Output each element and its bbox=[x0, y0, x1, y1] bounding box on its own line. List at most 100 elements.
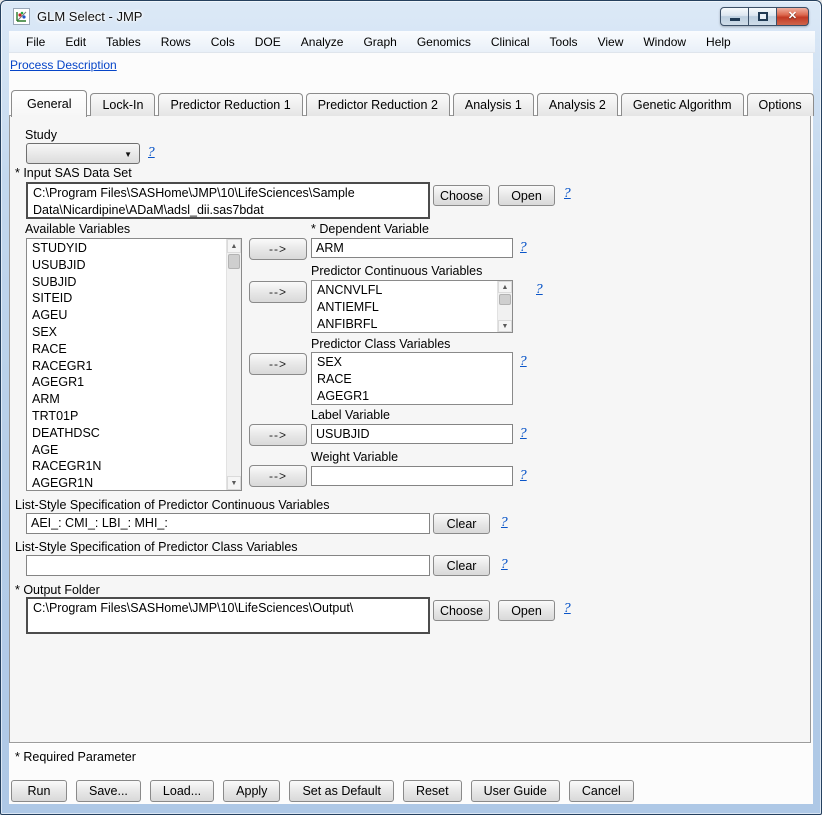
menu-item[interactable]: File bbox=[16, 32, 55, 52]
available-variables-scrollbar[interactable]: ▲ ▼ bbox=[226, 239, 241, 490]
maximize-button[interactable] bbox=[748, 7, 777, 26]
dependent-variable-field[interactable]: ARM bbox=[311, 238, 513, 258]
variable-item[interactable]: ANCNVLFL bbox=[313, 282, 496, 299]
menu-item[interactable]: View bbox=[588, 32, 634, 52]
study-help-link[interactable]: ? bbox=[148, 144, 155, 159]
scroll-up-icon[interactable]: ▲ bbox=[498, 281, 512, 293]
weight-variable-field[interactable] bbox=[311, 466, 513, 486]
list-style-class-clear-button[interactable]: Clear bbox=[433, 555, 490, 576]
variable-item[interactable]: AGEGR1 bbox=[313, 388, 511, 403]
close-button[interactable]: ✕ bbox=[776, 7, 809, 26]
move-weight-button[interactable]: --> bbox=[249, 465, 307, 487]
save-button[interactable]: Save... bbox=[76, 780, 141, 802]
list-style-class-help-link[interactable]: ? bbox=[501, 556, 508, 571]
variable-item[interactable]: ANFIBRFL bbox=[313, 316, 496, 331]
menu-item[interactable]: Rows bbox=[151, 32, 201, 52]
available-variables-list[interactable]: STUDYIDUSUBJIDSUBJIDSITEIDAGEUSEXRACERAC… bbox=[26, 238, 242, 491]
output-folder-help-link[interactable]: ? bbox=[564, 600, 571, 615]
user-guide-button[interactable]: User Guide bbox=[471, 780, 560, 802]
list-style-class-field[interactable] bbox=[26, 555, 430, 576]
variable-item[interactable]: TRT01P bbox=[28, 408, 225, 425]
list-style-continuous-field[interactable]: AEI_: CMI_: LBI_: MHI_: bbox=[26, 513, 430, 534]
move-continuous-button[interactable]: --> bbox=[249, 281, 307, 303]
menu-item[interactable]: Analyze bbox=[291, 32, 354, 52]
load-button[interactable]: Load... bbox=[150, 780, 214, 802]
menu-item[interactable]: Edit bbox=[55, 32, 96, 52]
study-dropdown[interactable]: ▼ bbox=[26, 143, 140, 164]
tab-analysis-2[interactable]: Analysis 2 bbox=[537, 93, 618, 116]
tab-genetic-algorithm[interactable]: Genetic Algorithm bbox=[621, 93, 744, 116]
move-label-button[interactable]: --> bbox=[249, 424, 307, 446]
variable-item[interactable]: SITEID bbox=[28, 290, 225, 307]
list-style-continuous-help-link[interactable]: ? bbox=[501, 514, 508, 529]
variable-item[interactable]: AGE bbox=[28, 442, 225, 459]
input-dataset-help-link[interactable]: ? bbox=[564, 185, 571, 200]
tab-lock-in[interactable]: Lock-In bbox=[90, 93, 155, 116]
menu-item[interactable]: Tables bbox=[96, 32, 151, 52]
menu-item[interactable]: Graph bbox=[353, 32, 406, 52]
set-as-default-button[interactable]: Set as Default bbox=[289, 780, 394, 802]
move-class-button[interactable]: --> bbox=[249, 353, 307, 375]
tab-predictor-reduction-2[interactable]: Predictor Reduction 2 bbox=[306, 93, 450, 116]
scrollbar-thumb[interactable] bbox=[228, 254, 240, 269]
menu-item[interactable]: Window bbox=[633, 32, 696, 52]
class-variables-list[interactable]: SEXRACEAGEGR1 bbox=[311, 352, 513, 405]
variable-item[interactable]: SEX bbox=[28, 324, 225, 341]
tab-predictor-reduction-1[interactable]: Predictor Reduction 1 bbox=[158, 93, 302, 116]
continuous-variables-scrollbar[interactable]: ▲ ▼ bbox=[497, 281, 512, 332]
continuous-variables-help-link[interactable]: ? bbox=[536, 281, 543, 296]
output-folder-choose-button[interactable]: Choose bbox=[433, 600, 490, 621]
menu-item[interactable]: Clinical bbox=[481, 32, 540, 52]
label-variable-field[interactable]: USUBJID bbox=[311, 424, 513, 444]
variable-item[interactable]: RACE bbox=[28, 341, 225, 358]
input-dataset-open-button[interactable]: Open bbox=[498, 185, 555, 206]
move-dependent-button[interactable]: --> bbox=[249, 238, 307, 260]
menu-item[interactable]: Help bbox=[696, 32, 741, 52]
variable-item[interactable]: AGEU bbox=[28, 307, 225, 324]
tab-options[interactable]: Options bbox=[747, 93, 814, 116]
output-folder-open-button[interactable]: Open bbox=[498, 600, 555, 621]
label-variable-help-link[interactable]: ? bbox=[520, 425, 527, 440]
menu-bar: FileEditTablesRowsColsDOEAnalyzeGraphGen… bbox=[9, 31, 815, 53]
apply-button[interactable]: Apply bbox=[223, 780, 280, 802]
variable-item[interactable]: RACE bbox=[313, 371, 511, 388]
tab-general[interactable]: General bbox=[11, 90, 87, 117]
minimize-button[interactable] bbox=[720, 7, 749, 26]
scrollbar-thumb[interactable] bbox=[499, 294, 511, 305]
weight-variable-help-link[interactable]: ? bbox=[520, 467, 527, 482]
input-dataset-choose-button[interactable]: Choose bbox=[433, 185, 490, 206]
input-dataset-field[interactable]: C:\Program Files\SASHome\JMP\10\LifeScie… bbox=[26, 182, 430, 219]
menu-item[interactable]: Cols bbox=[201, 32, 245, 52]
window-title: GLM Select - JMP bbox=[37, 9, 142, 24]
variable-item[interactable]: USUBJID bbox=[28, 257, 225, 274]
variable-item[interactable]: RACEGR1 bbox=[28, 358, 225, 375]
reset-button[interactable]: Reset bbox=[403, 780, 462, 802]
close-icon: ✕ bbox=[788, 11, 797, 22]
scroll-up-icon[interactable]: ▲ bbox=[227, 239, 241, 253]
output-folder-field[interactable]: C:\Program Files\SASHome\JMP\10\LifeScie… bbox=[26, 597, 430, 634]
study-label: Study bbox=[25, 128, 57, 142]
list-style-continuous-clear-button[interactable]: Clear bbox=[433, 513, 490, 534]
variable-item[interactable]: SUBJID bbox=[28, 274, 225, 291]
menu-item[interactable]: Tools bbox=[540, 32, 588, 52]
variable-item[interactable]: ARM bbox=[28, 391, 225, 408]
variable-item[interactable]: RACEGR1N bbox=[28, 458, 225, 475]
scroll-down-icon[interactable]: ▼ bbox=[227, 476, 241, 490]
variable-item[interactable]: AGEGR1 bbox=[28, 374, 225, 391]
variable-item[interactable]: AGEGR1N bbox=[28, 475, 225, 489]
variable-item[interactable]: ANTIEMFL bbox=[313, 299, 496, 316]
run-button[interactable]: Run bbox=[11, 780, 67, 802]
variable-item[interactable]: SEX bbox=[313, 354, 511, 371]
cancel-button[interactable]: Cancel bbox=[569, 780, 634, 802]
menu-item[interactable]: Genomics bbox=[407, 32, 481, 52]
scroll-down-icon[interactable]: ▼ bbox=[498, 320, 512, 332]
required-parameter-note: * Required Parameter bbox=[15, 750, 136, 764]
continuous-variables-list[interactable]: ANCNVLFLANTIEMFLANFIBRFL ▲ ▼ bbox=[311, 280, 513, 333]
process-description-link[interactable]: Process Description bbox=[10, 58, 117, 72]
variable-item[interactable]: DEATHDSC bbox=[28, 425, 225, 442]
class-variables-help-link[interactable]: ? bbox=[520, 353, 527, 368]
menu-item[interactable]: DOE bbox=[245, 32, 291, 52]
dependent-variable-help-link[interactable]: ? bbox=[520, 239, 527, 254]
tab-analysis-1[interactable]: Analysis 1 bbox=[453, 93, 534, 116]
variable-item[interactable]: STUDYID bbox=[28, 240, 225, 257]
